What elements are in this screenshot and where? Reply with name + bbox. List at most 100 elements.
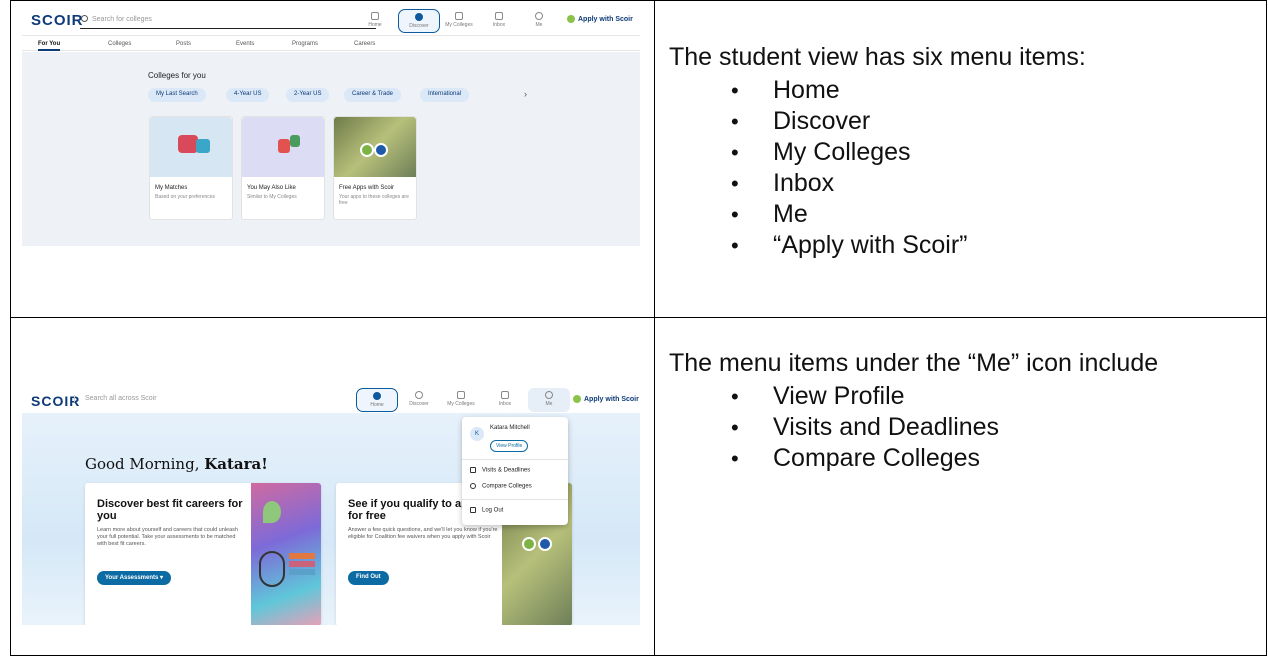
row2-intro: The menu items under the “Me” icon inclu… <box>669 349 1159 377</box>
thumbs-up-illustration <box>242 117 324 177</box>
sub-tabs: For You Colleges Posts Events Programs C… <box>22 37 640 51</box>
tab-events[interactable]: Events <box>236 41 254 47</box>
chevron-right-icon[interactable]: › <box>524 89 527 99</box>
pill-4-year-us[interactable]: 4-Year US <box>226 88 270 102</box>
card-title: Free Apps with Scoir <box>339 185 395 191</box>
lightning-icon <box>360 143 374 157</box>
greeting-prefix: Good Morning, <box>85 455 200 473</box>
screenshot-student-view: SCOIR Search for colleges Home Discover … <box>22 6 640 246</box>
greeting: Good Morning, Katara! <box>85 455 268 473</box>
coalition-icon <box>374 143 388 157</box>
for-you-panel: Colleges for you My Last Search 4-Year U… <box>22 52 640 246</box>
nav-label: Home <box>368 22 382 28</box>
home-icon <box>371 12 379 20</box>
avatar: K <box>470 427 484 441</box>
apply-icon <box>573 395 581 403</box>
students-photo <box>334 117 416 177</box>
screenshot-me-menu: SCOIR Search all across Scoir Home Disco… <box>22 385 640 625</box>
card-free-apps[interactable]: Free Apps with Scoir Your apps to these … <box>333 116 417 220</box>
nav-label: My Colleges <box>445 22 473 28</box>
list-item: View Profile <box>669 381 1229 412</box>
nav-label: My Colleges <box>447 401 475 407</box>
nav-label: Home <box>370 402 384 408</box>
apply-with-scoir-button[interactable]: Apply with Scoir <box>573 395 639 403</box>
menu-item-visits-deadlines[interactable]: Visits & Deadlines <box>470 467 530 474</box>
nav-me[interactable]: Me <box>528 388 570 412</box>
nav-label: Discover <box>409 23 429 29</box>
bookmark-icon <box>455 12 463 20</box>
list-item: Me <box>669 199 1259 230</box>
row1-menu-list: Home Discover My Colleges Inbox Me “Appl… <box>669 75 1259 261</box>
nav-label: Inbox <box>498 401 512 407</box>
apply-icon <box>567 15 575 23</box>
home-icon <box>373 392 381 400</box>
nav-label: Me <box>535 22 543 28</box>
pill-international[interactable]: International <box>420 88 470 102</box>
search-input[interactable]: Search all across Scoir <box>74 395 157 402</box>
tab-programs[interactable]: Programs <box>292 41 318 47</box>
apply-label: Apply with Scoir <box>584 395 639 403</box>
tab-posts[interactable]: Posts <box>176 41 191 47</box>
row2-menu-list: View Profile Visits and Deadlines Compar… <box>669 381 1229 474</box>
menu-item-log-out[interactable]: Log Out <box>470 507 503 514</box>
scoir-logo[interactable]: SCOIR <box>31 393 80 409</box>
card-title: My Matches <box>155 185 188 191</box>
section-title: Colleges for you <box>148 71 206 80</box>
row2-description: The menu items under the “Me” icon inclu… <box>669 348 1229 474</box>
calendar-icon <box>470 467 476 473</box>
menu-item-label: Compare Colleges <box>482 483 532 490</box>
card-my-matches[interactable]: My Matches Based on your preferences <box>149 116 233 220</box>
card-subtitle: Your apps to these colleges are free <box>339 194 409 206</box>
list-item: Visits and Deadlines <box>669 412 1229 443</box>
puzzle-illustration <box>150 117 232 177</box>
row1-description: The student view has six menu items: Hom… <box>669 42 1259 261</box>
search-icon <box>81 15 88 22</box>
search-input[interactable]: Search for colleges <box>80 11 376 29</box>
pill-2-year-us[interactable]: 2-Year US <box>286 88 330 102</box>
button-label: Your Assessments <box>105 575 159 581</box>
pill-career-trade[interactable]: Career & Trade <box>344 88 402 102</box>
card-subtitle: Similar to My Colleges <box>247 194 297 200</box>
compass-icon <box>415 391 423 399</box>
nav-inbox[interactable]: Inbox <box>478 9 520 33</box>
list-item: My Colleges <box>669 137 1259 168</box>
nav-my-colleges[interactable]: My Colleges <box>440 388 482 412</box>
user-icon <box>545 391 553 399</box>
menu-item-compare-colleges[interactable]: Compare Colleges <box>470 483 532 490</box>
apply-with-scoir-button[interactable]: Apply with Scoir <box>567 15 633 23</box>
card-body: Answer a few quick questions, and we'll … <box>348 527 498 540</box>
tab-for-you[interactable]: For You <box>38 41 61 51</box>
your-assessments-button[interactable]: Your Assessments ▾ <box>97 571 172 585</box>
nav-discover[interactable]: Discover <box>398 9 440 33</box>
top-bar: SCOIR Search for colleges Home Discover … <box>22 6 640 36</box>
card-you-may-also-like[interactable]: You May Also Like Similar to My Colleges <box>241 116 325 220</box>
chevron-down-icon: ▾ <box>160 575 164 581</box>
view-profile-button[interactable]: View Profile <box>490 440 529 452</box>
scoir-logo[interactable]: SCOIR <box>31 12 84 29</box>
top-bar: SCOIR Search all across Scoir Home Disco… <box>22 385 640 413</box>
logout-icon <box>470 507 476 513</box>
list-item: Inbox <box>669 168 1259 199</box>
nav-inbox[interactable]: Inbox <box>484 388 526 412</box>
user-icon <box>535 12 543 20</box>
card-discover-careers: Discover best fit careers for you Learn … <box>85 483 321 625</box>
list-item: Discover <box>669 106 1259 137</box>
user-name: Katara Mitchell <box>490 425 530 431</box>
card-subtitle: Based on your preferences <box>155 194 216 200</box>
menu-item-label: Visits & Deadlines <box>482 467 531 474</box>
nav-home[interactable]: Home <box>354 9 396 33</box>
find-out-button[interactable]: Find Out <box>348 571 389 585</box>
nav-discover[interactable]: Discover <box>398 388 440 412</box>
apply-label: Apply with Scoir <box>578 15 633 23</box>
pill-my-last-search[interactable]: My Last Search <box>148 88 206 102</box>
tab-colleges[interactable]: Colleges <box>108 41 131 47</box>
nav-me[interactable]: Me <box>518 9 560 33</box>
tab-careers[interactable]: Careers <box>354 41 375 47</box>
row1-intro: The student view has six menu items: <box>669 43 1086 71</box>
search-placeholder: Search all across Scoir <box>85 395 157 402</box>
lightning-icon <box>522 537 536 551</box>
nav-my-colleges[interactable]: My Colleges <box>438 9 480 33</box>
nav-home[interactable]: Home <box>356 388 398 412</box>
careers-illustration <box>251 483 321 625</box>
list-item: “Apply with Scoir” <box>669 230 1259 261</box>
